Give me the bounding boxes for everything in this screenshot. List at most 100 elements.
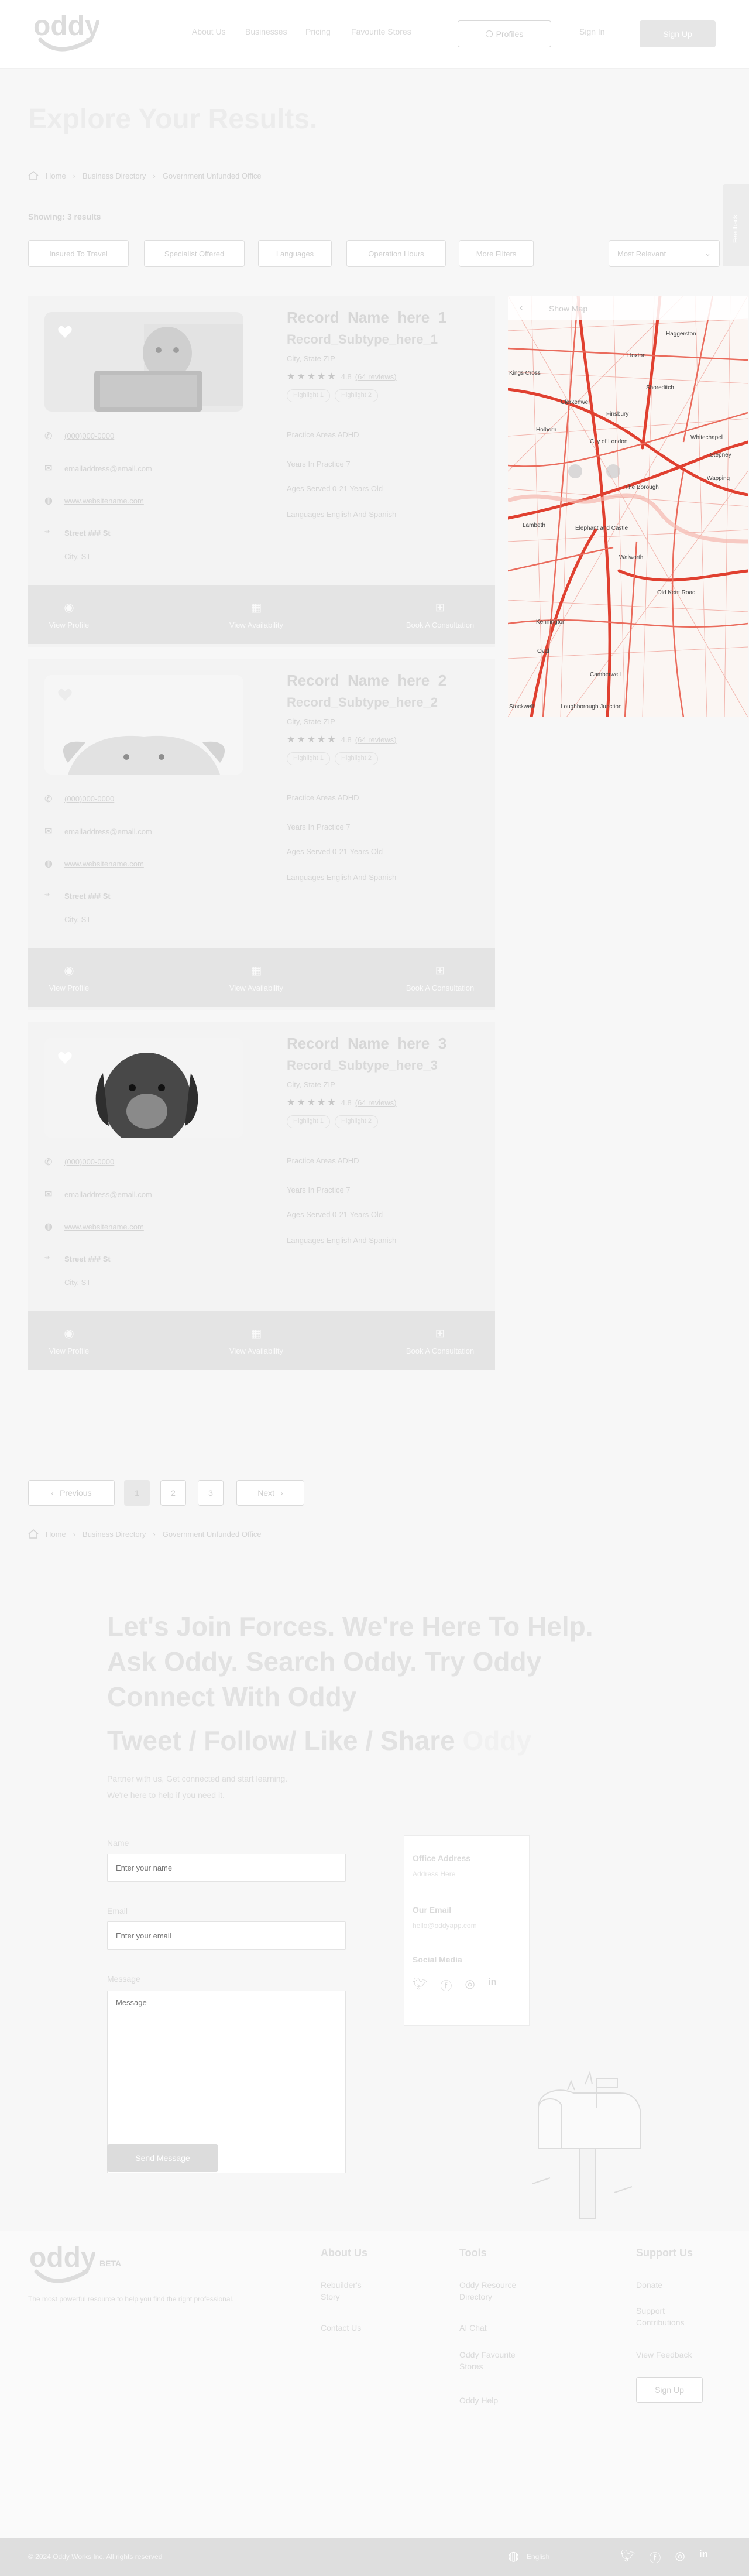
footer-link[interactable]: Oddy Resource Directory — [459, 2279, 541, 2303]
chevron-left-icon: ‹ — [51, 1488, 54, 1498]
footer-link[interactable]: Oddy Help — [459, 2395, 498, 2406]
phone-link[interactable]: (000)000-0000 — [64, 431, 114, 440]
star-rating-icon: ★★★★★ — [287, 372, 338, 382]
book-consultation-button[interactable]: ⊞ Book A Consultation — [385, 1311, 495, 1370]
filter-more[interactable]: More Filters — [459, 240, 534, 267]
action-label: View Profile — [49, 984, 90, 992]
signup-button[interactable]: Sign Up — [640, 20, 716, 47]
footer-link[interactable]: Oddy Favourite Stores — [459, 2349, 530, 2372]
view-profile-button[interactable]: ◉ View Profile — [28, 1311, 110, 1370]
oddy-logo[interactable]: oddy — [32, 11, 99, 56]
join-share-text: Tweet / Follow/ Like / Share — [107, 1725, 455, 1756]
view-availability-button[interactable]: ▦ View Availability — [198, 948, 315, 1007]
filter-languages[interactable]: Languages — [258, 240, 332, 267]
map-canvas: Hoxton Haggerston Shoreditch Clerkenwell… — [508, 296, 748, 717]
breadcrumb-home[interactable]: Home — [46, 1530, 66, 1539]
breadcrumb-home[interactable]: Home — [46, 172, 66, 180]
next-page-button[interactable]: Next › — [236, 1480, 304, 1506]
action-label: View Availability — [229, 1347, 283, 1355]
linkedin-icon[interactable]: in — [699, 2548, 708, 2565]
nav-about-us[interactable]: About Us — [192, 27, 226, 36]
chevron-right-icon: › — [153, 1529, 156, 1539]
filter-insured[interactable]: Insured To Travel — [28, 240, 129, 267]
email-input[interactable] — [107, 1921, 346, 1950]
footer-link[interactable]: Rebuilder's Story — [321, 2279, 376, 2303]
previous-page-button[interactable]: ‹ Previous — [28, 1480, 115, 1506]
twitter-icon[interactable]: 🐦︎ — [413, 1976, 427, 1993]
feedback-tab[interactable]: Feedback — [723, 184, 749, 266]
globe-icon[interactable]: ◍ — [508, 2548, 519, 2564]
send-message-button[interactable]: Send Message — [107, 2144, 218, 2172]
book-consultation-button[interactable]: ⊞ Book A Consultation — [385, 585, 495, 644]
our-email-value[interactable]: hello@oddyapp.com — [413, 1921, 477, 1930]
view-availability-button[interactable]: ▦ View Availability — [198, 1311, 315, 1370]
email-link[interactable]: emailaddress@email.com — [64, 464, 152, 473]
calendar-icon: ▦ — [250, 601, 262, 614]
facebook-icon[interactable]: ⓕ — [440, 1976, 452, 1993]
instagram-icon[interactable]: ◎ — [675, 2548, 685, 2565]
view-profile-button[interactable]: ◉ View Profile — [28, 948, 110, 1007]
record-name[interactable]: Record_Name_here_2 — [287, 672, 446, 690]
view-availability-button[interactable]: ▦ View Availability — [198, 585, 315, 644]
languages: Languages English And Spanish — [287, 510, 397, 519]
language-selector[interactable]: English — [527, 2553, 549, 2561]
nav-businesses[interactable]: Businesses — [245, 27, 287, 36]
favorite-heart-icon[interactable] — [57, 688, 73, 702]
record-name[interactable]: Record_Name_here_1 — [287, 309, 446, 327]
view-profile-button[interactable]: ◉ View Profile — [28, 585, 110, 644]
rating-row: ★★★★★ 4.8 (64 reviews) — [287, 734, 397, 745]
street-address: Street ### St — [64, 529, 111, 537]
filter-specialist[interactable]: Specialist Offered — [144, 240, 245, 267]
linkedin-icon[interactable]: in — [488, 1976, 497, 1993]
ages-served: Ages Served 0-21 Years Old — [287, 484, 383, 493]
phone-link[interactable]: (000)000-0000 — [64, 794, 114, 803]
facebook-icon[interactable]: ⓕ — [649, 2548, 661, 2565]
page-button[interactable]: 3 — [198, 1480, 224, 1506]
tag-row: Highlight 1 Highlight 2 — [287, 1115, 378, 1128]
show-map-label[interactable]: Show Map — [549, 304, 587, 313]
website-link[interactable]: www.websitename.com — [64, 1222, 144, 1231]
breadcrumb-directory[interactable]: Business Directory — [83, 1530, 146, 1539]
instagram-icon[interactable]: ◎ — [465, 1976, 475, 1993]
reviews-link[interactable]: (64 reviews) — [355, 372, 397, 381]
nav-pricing[interactable]: Pricing — [305, 27, 331, 36]
message-label: Message — [107, 1974, 140, 1984]
join-heading-3: Connect With Oddy — [107, 1681, 357, 1712]
page-button[interactable]: 2 — [160, 1480, 186, 1506]
footer-signup-button[interactable]: Sign Up — [636, 2377, 703, 2403]
website-link[interactable]: www.websitename.com — [64, 496, 144, 505]
email-link[interactable]: emailaddress@email.com — [64, 827, 152, 836]
results-map[interactable]: Hoxton Haggerston Shoreditch Clerkenwell… — [508, 296, 748, 717]
footer-link[interactable]: View Feedback — [636, 2349, 692, 2361]
footer-link[interactable]: AI Chat — [459, 2322, 487, 2334]
website-link[interactable]: www.websitename.com — [64, 859, 144, 868]
sort-select[interactable]: Most Relevant ⌄ — [609, 240, 720, 267]
email-link[interactable]: emailaddress@email.com — [64, 1190, 152, 1199]
twitter-icon[interactable]: 🐦︎ — [620, 2548, 635, 2565]
page-button-current[interactable]: 1 — [124, 1480, 150, 1506]
home-icon[interactable] — [28, 171, 39, 180]
filter-operation-hours[interactable]: Operation Hours — [346, 240, 446, 267]
rating-row: ★★★★★ 4.8 (64 reviews) — [287, 1097, 397, 1108]
phone-link[interactable]: (000)000-0000 — [64, 1157, 114, 1166]
footer-link[interactable]: Support Contributions — [636, 2305, 706, 2328]
book-consultation-button[interactable]: ⊞ Book A Consultation — [385, 948, 495, 1007]
action-label: Book A Consultation — [406, 1347, 475, 1355]
map-arrow-icon[interactable]: ‹ — [520, 303, 523, 313]
record-name[interactable]: Record_Name_here_3 — [287, 1034, 446, 1053]
signin-link[interactable]: Sign In — [579, 27, 605, 36]
action-label: Book A Consultation — [406, 621, 475, 629]
breadcrumb-directory[interactable]: Business Directory — [83, 172, 146, 180]
footer-oddy-logo[interactable]: oddy — [28, 2242, 95, 2288]
favorite-heart-icon[interactable] — [57, 325, 73, 339]
footer-link[interactable]: Donate — [636, 2279, 662, 2291]
footer-link[interactable]: Contact Us — [321, 2322, 361, 2334]
reviews-link[interactable]: (64 reviews) — [355, 1098, 397, 1107]
name-input[interactable] — [107, 1854, 346, 1882]
favorite-heart-icon[interactable] — [57, 1051, 73, 1065]
nav-favourite-stores[interactable]: Favourite Stores — [351, 27, 411, 36]
reviews-link[interactable]: (64 reviews) — [355, 735, 397, 744]
home-icon[interactable] — [28, 1529, 39, 1539]
profiles-button[interactable]: Profiles — [458, 20, 551, 47]
record-subtype: Record_Subtype_here_3 — [287, 1058, 438, 1073]
